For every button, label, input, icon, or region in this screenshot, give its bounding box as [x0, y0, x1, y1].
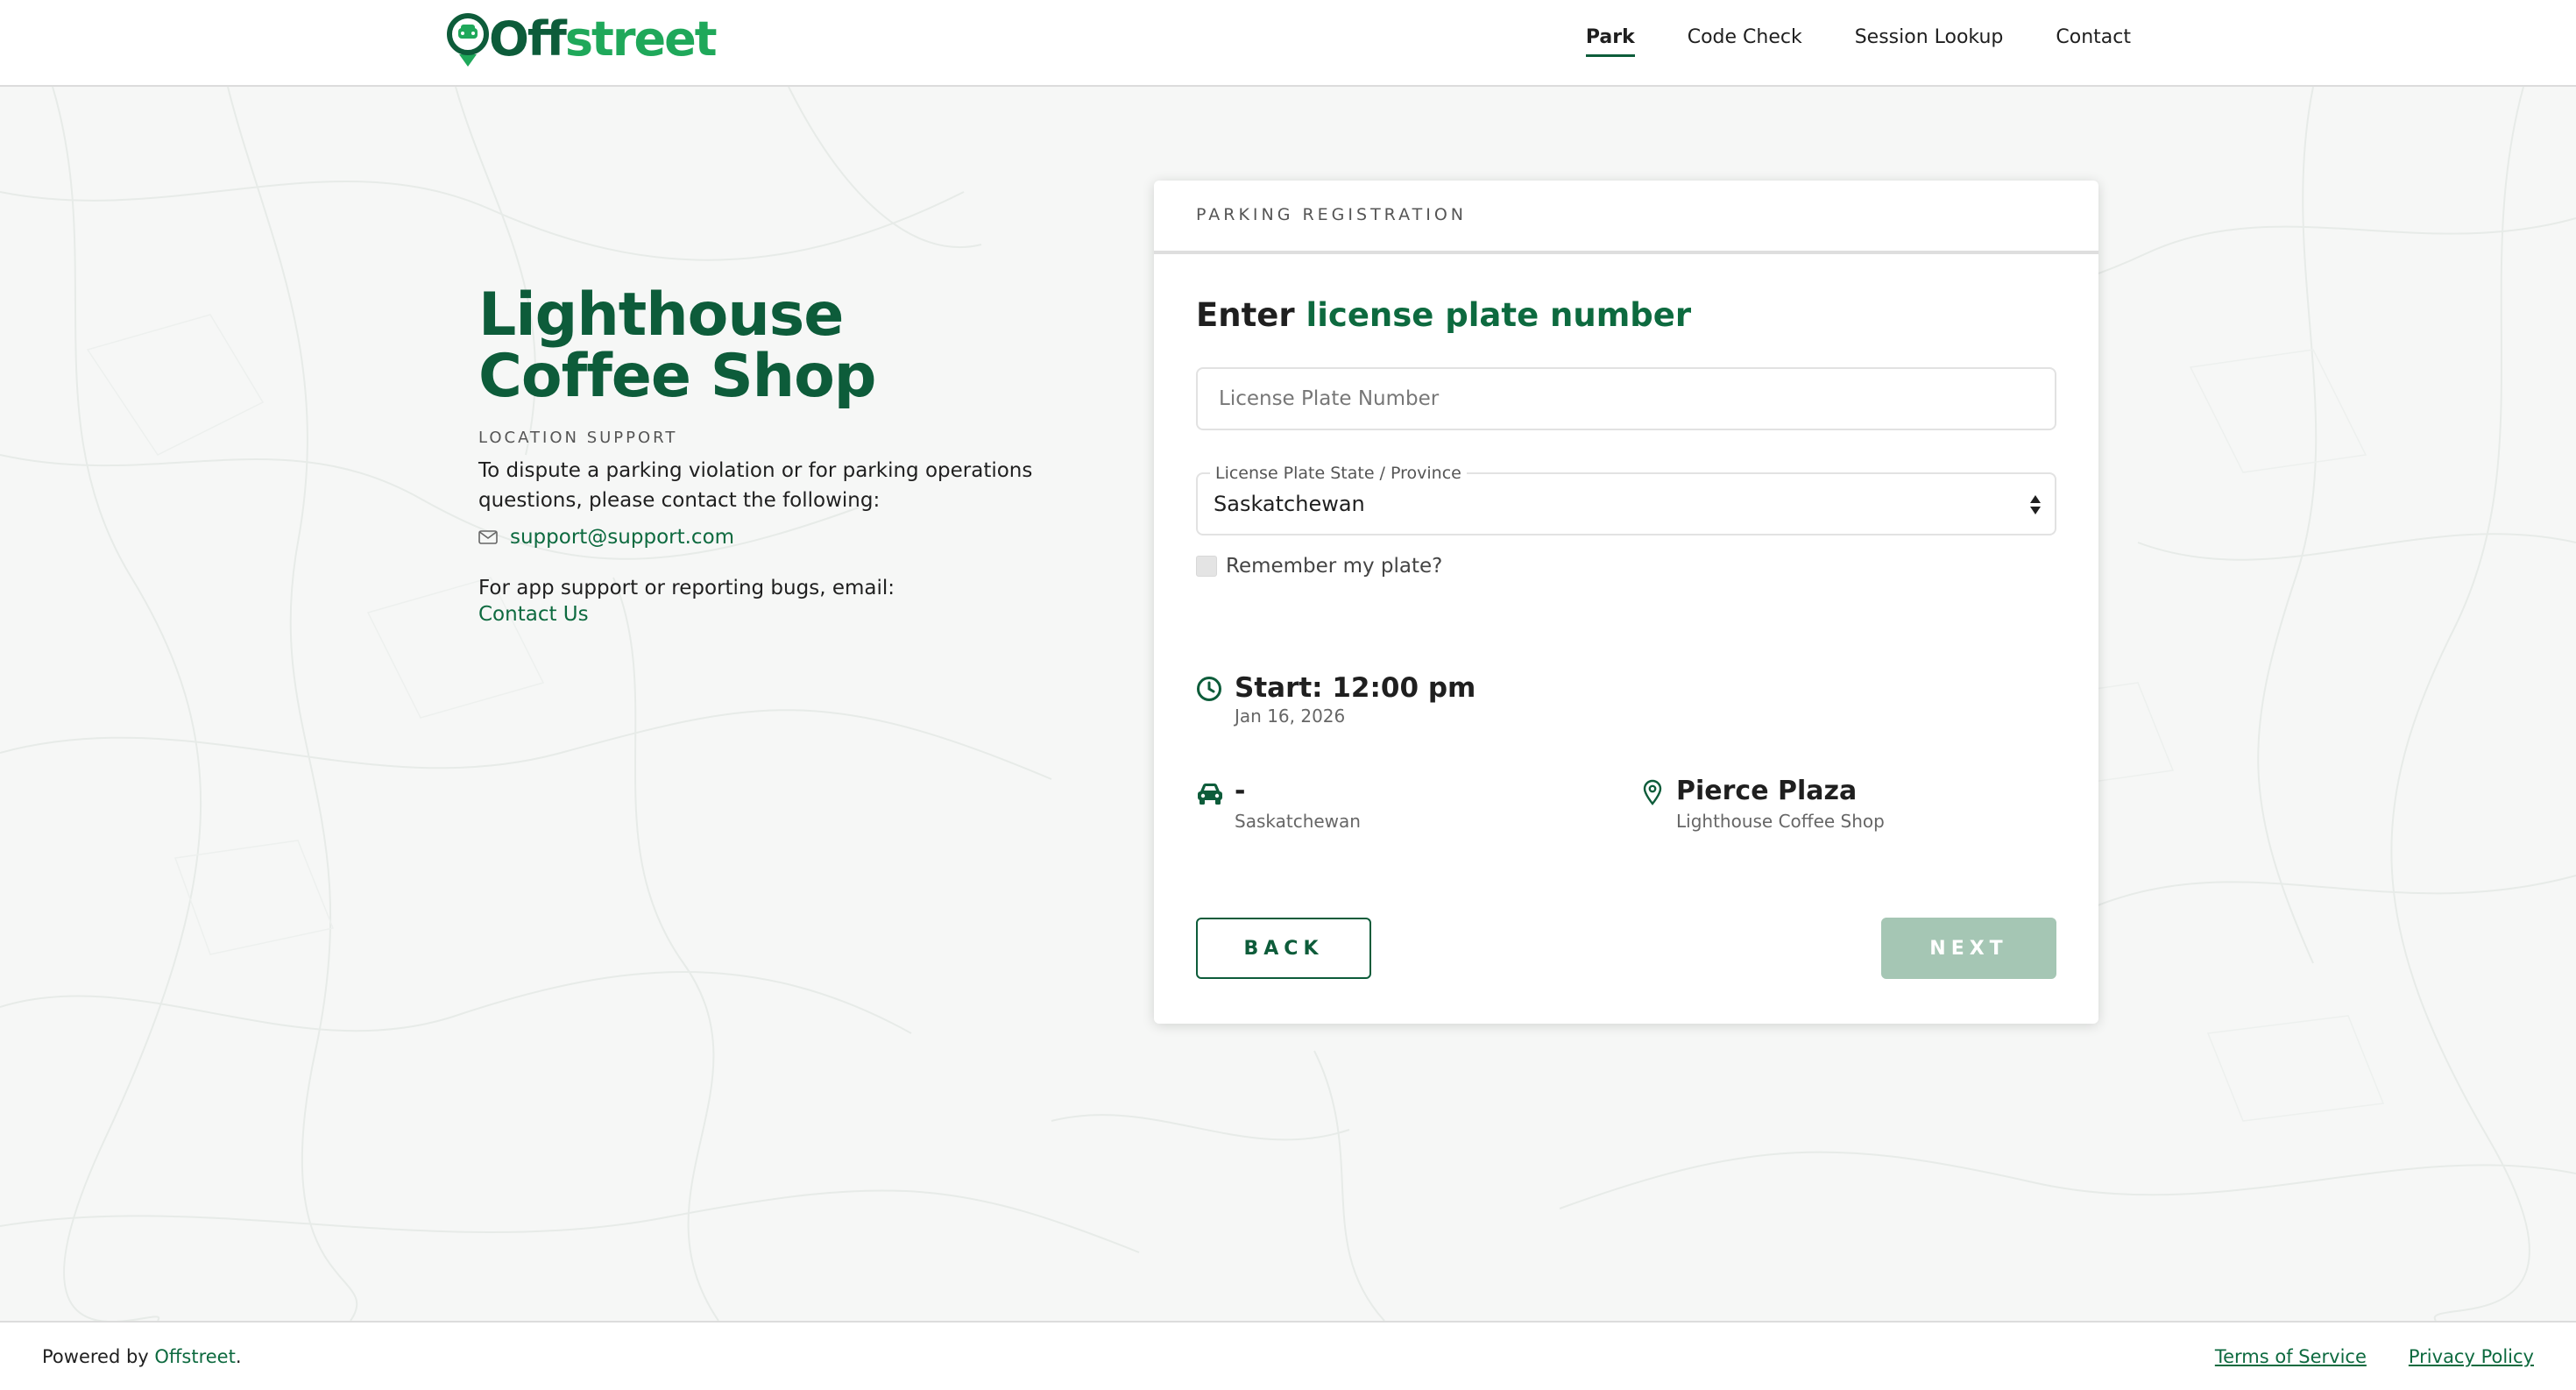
- offstreet-logo[interactable]: Offstreet: [447, 11, 718, 68]
- start-time: Start: 12:00 pm: [1235, 672, 1476, 704]
- plate-region: Saskatchewan: [1235, 811, 1361, 832]
- main-nav: Park Code Check Session Lookup Contact: [1585, 25, 2131, 57]
- plate-display: -: [1235, 776, 1246, 806]
- remember-plate-checkbox[interactable]: [1196, 556, 1217, 577]
- back-button[interactable]: BACK: [1196, 918, 1371, 979]
- remember-plate-row: Remember my plate?: [1196, 555, 2056, 578]
- page-footer: Powered by Offstreet. Terms of Service P…: [0, 1321, 2576, 1390]
- logo-wordmark: Offstreet: [489, 11, 718, 67]
- remember-plate-label[interactable]: Remember my plate?: [1226, 555, 1442, 578]
- vehicle-detail: - Saskatchewan: [1196, 776, 1361, 832]
- card-body: Enter license plate number License Plate…: [1154, 296, 2098, 981]
- contact-us-link[interactable]: Contact Us: [478, 603, 1057, 626]
- card-header: PARKING REGISTRATION: [1154, 181, 2098, 254]
- envelope-icon: [478, 530, 498, 544]
- next-button[interactable]: NEXT: [1881, 918, 2056, 979]
- privacy-policy-link[interactable]: Privacy Policy: [2409, 1346, 2534, 1367]
- plate-state-value: Saskatchewan: [1214, 492, 1365, 516]
- plate-state-label: License Plate State / Province: [1210, 463, 1467, 484]
- form-heading: Enter license plate number: [1196, 296, 2056, 334]
- plate-state-select[interactable]: License Plate State / Province Saskatche…: [1196, 463, 2056, 535]
- main-area: Lighthouse Coffee Shop LOCATION SUPPORT …: [0, 87, 2576, 1321]
- car-icon: [1198, 784, 1222, 805]
- offstreet-footer-link[interactable]: Offstreet: [154, 1346, 235, 1367]
- nav-session-lookup[interactable]: Session Lookup: [1855, 25, 2004, 57]
- venue-title: Lighthouse Coffee Shop: [478, 280, 876, 411]
- form-actions: BACK NEXT: [1196, 918, 2056, 981]
- map-pin-icon: [1643, 779, 1662, 805]
- powered-by: Powered by Offstreet.: [42, 1346, 242, 1367]
- nav-park[interactable]: Park: [1585, 25, 1635, 57]
- parking-registration-card: PARKING REGISTRATION Enter license plate…: [1154, 181, 2098, 1024]
- location-title: Pierce Plaza: [1676, 776, 1858, 806]
- location-detail: Pierce Plaza Lighthouse Coffee Shop: [1643, 776, 1885, 832]
- support-email-link[interactable]: support@support.com: [510, 526, 734, 549]
- app-support-text: For app support or reporting bugs, email…: [478, 577, 895, 599]
- powered-suffix: .: [235, 1346, 242, 1367]
- support-label: LOCATION SUPPORT: [478, 429, 678, 447]
- logo-pin-icon: [447, 13, 489, 67]
- clock-icon: [1197, 677, 1221, 701]
- heading-highlight: license plate number: [1306, 296, 1692, 334]
- terms-of-service-link[interactable]: Terms of Service: [2215, 1346, 2367, 1367]
- footer-links: Terms of Service Privacy Policy: [2215, 1346, 2534, 1367]
- start-time-row: Start: 12:00 pm Jan 16, 2026: [1196, 672, 2056, 727]
- powered-prefix: Powered by: [42, 1346, 155, 1367]
- top-header: Offstreet Park Code Check Session Lookup…: [0, 0, 2576, 87]
- heading-prefix: Enter: [1196, 296, 1306, 334]
- nav-contact[interactable]: Contact: [2056, 25, 2131, 57]
- license-plate-input[interactable]: [1196, 367, 2056, 430]
- email-row: support@support.com: [478, 526, 1057, 549]
- location-subtitle: Lighthouse Coffee Shop: [1676, 811, 1885, 832]
- support-text: To dispute a parking violation or for pa…: [478, 459, 1033, 512]
- location-info: Lighthouse Coffee Shop LOCATION SUPPORT …: [478, 280, 1057, 627]
- nav-code-check[interactable]: Code Check: [1688, 25, 1802, 57]
- session-details: - Saskatchewan Pierce Plaza Lighthouse C…: [1196, 776, 2056, 837]
- sort-arrows-icon: [2030, 495, 2041, 514]
- start-date: Jan 16, 2026: [1235, 706, 1346, 727]
